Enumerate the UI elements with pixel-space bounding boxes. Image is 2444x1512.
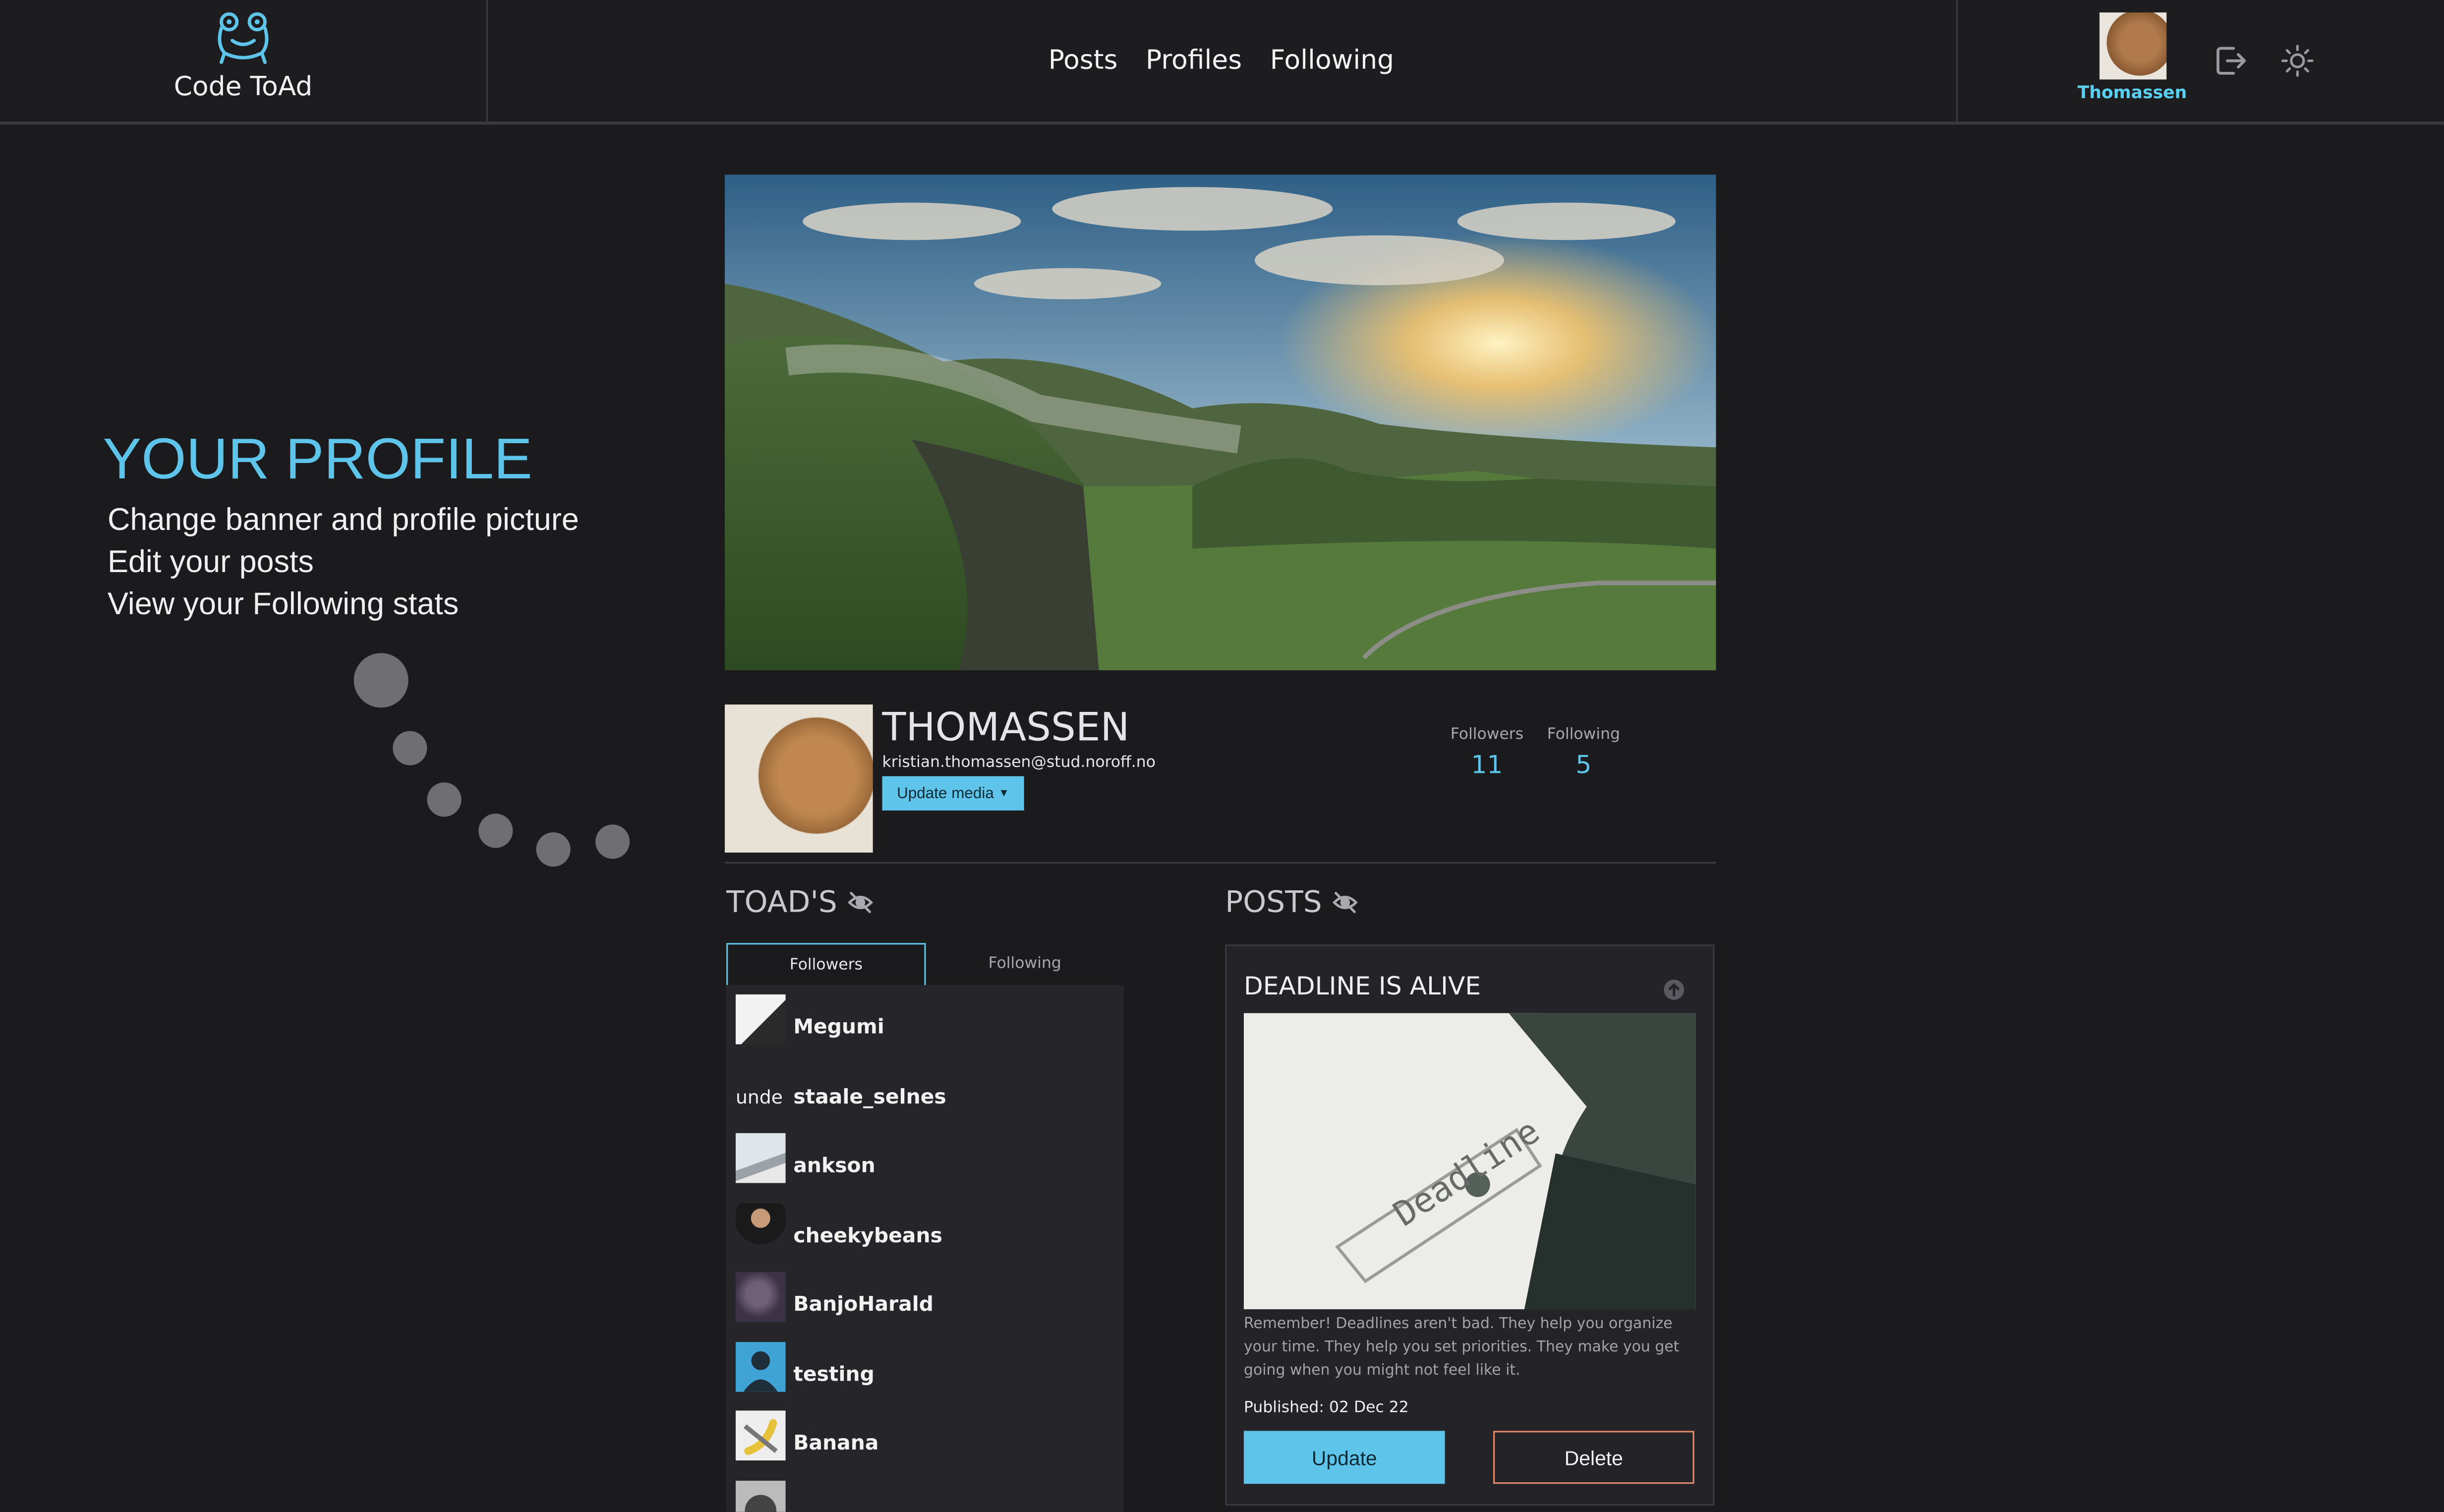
avatar (736, 1342, 786, 1392)
avatar (736, 1480, 786, 1512)
nav-posts[interactable]: Posts (1048, 45, 1118, 76)
profile-banner (725, 174, 1716, 670)
update-media-label: Update media (897, 785, 994, 802)
eye-slash-icon[interactable] (847, 888, 875, 917)
following-label: Following (1547, 726, 1621, 744)
avatar[interactable] (2099, 12, 2167, 80)
list-item[interactable]: BanjoHarald (736, 1272, 1110, 1324)
nav-profiles[interactable]: Profiles (1146, 45, 1242, 76)
post-image: Deadline (1243, 1013, 1696, 1310)
toads-heading: TOAD'S (726, 885, 874, 920)
post-card: DEADLINE IS ALIVE Deadline Remember! Dea… (1225, 944, 1715, 1506)
avatar (736, 1272, 786, 1322)
followers-stat[interactable]: Followers 11 (1450, 726, 1524, 779)
toad-name: Megumi (793, 1016, 884, 1040)
avatar (736, 1203, 786, 1253)
posts-heading: POSTS (1225, 885, 1359, 920)
intro-title: YOUR PROFILE (103, 427, 532, 491)
brand[interactable]: Code ToAd (0, 0, 488, 122)
followers-label: Followers (1450, 726, 1524, 744)
toad-name: staale_selnes (793, 1086, 946, 1110)
decor-dot (595, 824, 630, 859)
intro-line: Change banner and profile picture (107, 503, 579, 538)
toad-name: testing (793, 1364, 874, 1388)
list-item[interactable]: Megumi (736, 994, 1110, 1046)
banana-icon (743, 1419, 778, 1455)
toads-heading-text: TOAD'S (726, 885, 837, 920)
logout-icon[interactable] (2211, 42, 2249, 79)
list-item[interactable]: unde staale_selnes (736, 1064, 1110, 1116)
decor-dot (536, 832, 571, 867)
toads-list: Megumi unde staale_selnes ankson cheekyb… (726, 985, 1124, 1512)
caret-down-icon: ▼ (998, 788, 1010, 799)
eye-slash-icon[interactable] (1332, 888, 1360, 917)
following-count: 5 (1575, 750, 1592, 780)
list-item[interactable] (736, 1480, 1110, 1512)
divider (725, 862, 1716, 864)
posts-heading-text: POSTS (1225, 885, 1322, 920)
tab-followers[interactable]: Followers (726, 943, 926, 989)
frog-logo-icon (218, 12, 269, 64)
intro-line: Edit your posts (107, 545, 314, 580)
list-item[interactable]: ankson (736, 1133, 1110, 1185)
update-media-button[interactable]: Update media ▼ (882, 776, 1024, 811)
arrow-up-circle-icon[interactable] (1663, 979, 1685, 1000)
avatar (736, 1410, 786, 1461)
user-silhouette-icon (743, 1351, 778, 1392)
toad-name: ankson (793, 1155, 875, 1178)
user-name[interactable]: Thomassen (2051, 83, 2213, 103)
decor-dot (353, 653, 408, 708)
toad-name: cheekybeans (793, 1225, 942, 1249)
avatar (736, 1133, 786, 1183)
update-button[interactable]: Update (1243, 1431, 1445, 1484)
main-nav: Posts Profiles Following (486, 0, 1956, 121)
profile-picture (725, 704, 873, 853)
broken-image-alt: unde (736, 1086, 783, 1108)
decor-dot (478, 814, 513, 848)
profile-name: THOMASSEN (882, 704, 1130, 750)
post-published: Published: 02 Dec 22 (1243, 1399, 1409, 1417)
brand-name: Code ToAd (174, 71, 313, 103)
toad-name: Banana (793, 1432, 879, 1456)
decor-dot (393, 731, 427, 765)
decor-dot (427, 782, 462, 817)
top-navbar: Code ToAd Posts Profiles Following Thoma… (0, 0, 2444, 125)
intro-lines: Change banner and profile picture Edit y… (108, 500, 579, 627)
post-body: Remember! Deadlines aren't bad. They hel… (1243, 1315, 1680, 1380)
followers-count: 11 (1471, 750, 1503, 780)
sun-icon[interactable] (2280, 44, 2315, 78)
tab-following[interactable]: Following (926, 943, 1124, 985)
following-stat[interactable]: Following 5 (1543, 726, 1624, 779)
post-title: DEADLINE IS ALIVE (1243, 971, 1481, 1001)
broken-image-icon: unde (736, 1064, 786, 1114)
nav-following[interactable]: Following (1270, 45, 1394, 76)
intro-line: View your Following stats (107, 587, 459, 622)
list-item[interactable]: Banana (736, 1410, 1110, 1462)
list-item[interactable]: cheekybeans (736, 1203, 1110, 1255)
avatar (736, 994, 786, 1045)
list-item[interactable]: testing (736, 1342, 1110, 1394)
toad-name: BanjoHarald (793, 1293, 934, 1317)
delete-button[interactable]: Delete (1493, 1431, 1694, 1484)
profile-email: kristian.thomassen@stud.noroff.no (882, 754, 1156, 772)
user-area: Thomassen (1956, 0, 2444, 122)
toads-tabs: Followers Following (726, 943, 1124, 989)
